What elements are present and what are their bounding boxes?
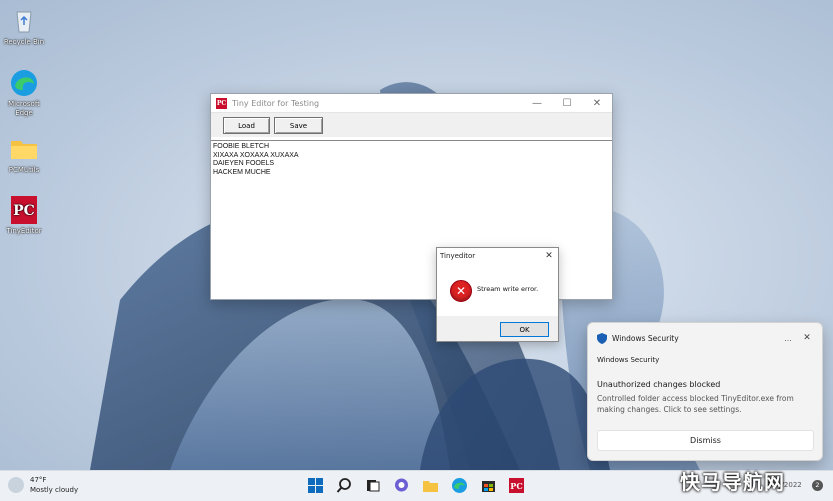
chat-icon [395, 478, 408, 492]
load-button[interactable]: Load [223, 117, 270, 134]
notification-heading: Unauthorized changes blocked [597, 380, 721, 389]
pcmag-app-icon: PC [216, 97, 227, 109]
desktop-icon-edge[interactable]: Microsoft Edge [0, 68, 48, 118]
close-button[interactable]: ✕ [582, 98, 612, 109]
svg-text:PC: PC [510, 481, 522, 491]
pcmag-icon: PC [509, 478, 524, 493]
task-view-icon [367, 480, 380, 492]
notification-app-name: Windows Security [612, 333, 679, 343]
dialog-title: Tinyeditor [440, 252, 476, 260]
desktop-icon-label: Microsoft Edge [8, 100, 40, 117]
notification-close-button[interactable]: ✕ [800, 333, 814, 343]
notification-body: Controlled folder access blocked TinyEdi… [597, 394, 794, 414]
dialog-footer: OK [437, 316, 558, 341]
ok-button-label: OK [519, 325, 530, 334]
watermark-text: 快马导航网 [680, 470, 785, 494]
desktop-icon-recycle-bin[interactable]: Recycle Bin [0, 6, 48, 47]
start-button[interactable] [307, 477, 324, 494]
more-options-button[interactable]: ... [776, 334, 800, 343]
pcmag-icon: PC [9, 195, 39, 225]
save-button[interactable]: Save [274, 117, 323, 134]
dismiss-button-label: Dismiss [690, 436, 721, 445]
desktop-icon-label: PCMUtils [8, 166, 40, 174]
minimize-button[interactable]: — [522, 98, 552, 109]
load-button-label: Load [238, 121, 255, 130]
maximize-button[interactable]: ☐ [552, 98, 582, 109]
desktop-icon-tinyeditor[interactable]: PC TinyEditor [0, 195, 48, 236]
dialog-close-button[interactable]: ✕ [540, 251, 558, 261]
window-titlebar[interactable]: PC Tiny Editor for Testing — ☐ ✕ [211, 94, 612, 112]
error-dialog: Tinyeditor ✕ ✕ Stream write error. OK [436, 247, 559, 342]
recycle-bin-icon [9, 6, 39, 36]
store-icon [482, 481, 495, 492]
edge-taskbar-button[interactable] [451, 477, 468, 494]
weather-description: Mostly cloudy [30, 486, 79, 494]
search-icon [336, 478, 351, 493]
error-icon: ✕ [450, 280, 472, 302]
window-title: Tiny Editor for Testing [232, 98, 320, 108]
windows-icon [308, 478, 323, 493]
weather-widget[interactable]: 47°F Mostly cloudy [8, 475, 78, 495]
search-button[interactable] [336, 477, 353, 494]
notification-subtitle: Windows Security [597, 356, 660, 364]
desktop-icon-label: TinyEditor [6, 227, 42, 235]
notification-header: Windows Security ... ✕ [597, 332, 814, 344]
desktop-icon-label: Recycle Bin [3, 38, 45, 46]
save-button-label: Save [289, 121, 308, 130]
dialog-titlebar[interactable]: Tinyeditor ✕ [437, 248, 558, 264]
file-explorer-button[interactable] [422, 477, 439, 494]
folder-icon [423, 481, 438, 492]
desktop-icon-pcmutils[interactable]: PCMUtils [0, 134, 48, 175]
edge-icon [9, 68, 39, 98]
folder-icon [9, 134, 39, 164]
chat-button[interactable] [393, 477, 410, 494]
weather-temperature: 47°F [30, 476, 47, 484]
dialog-message: Stream write error. [477, 285, 539, 293]
security-notification[interactable]: Windows Security ... ✕ Windows Security … [587, 322, 823, 461]
toolbar: Load Save [211, 112, 612, 137]
edge-icon [452, 478, 467, 493]
svg-text:PC: PC [13, 203, 35, 219]
tinyeditor-taskbar-button[interactable]: PC [508, 477, 525, 494]
shield-icon [597, 332, 607, 344]
dismiss-button[interactable]: Dismiss [597, 430, 814, 451]
store-button[interactable] [480, 477, 497, 494]
notification-count-badge[interactable]: 2 [812, 480, 823, 491]
cloud-icon [8, 477, 24, 493]
ok-button[interactable]: OK [500, 322, 549, 337]
task-view-button[interactable] [364, 477, 381, 494]
